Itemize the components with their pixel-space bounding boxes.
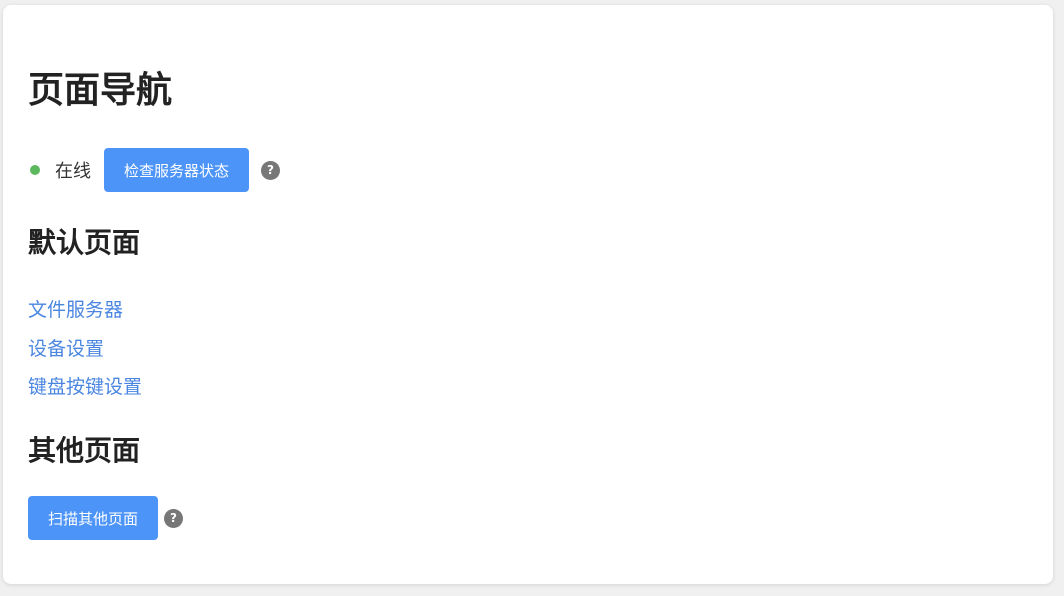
question-circle-icon[interactable]: ?: [164, 508, 184, 528]
list-item: 键盘按键设置: [28, 368, 142, 407]
scan-row: 扫描其他页面 ?: [28, 496, 184, 540]
status-text: 在线: [55, 161, 91, 182]
link-keyboard-key-settings[interactable]: 键盘按键设置: [28, 376, 142, 398]
page-title: 页面导航: [28, 70, 173, 111]
list-item: 文件服务器: [28, 291, 142, 330]
question-circle-icon[interactable]: ?: [261, 160, 281, 180]
scan-other-pages-button[interactable]: 扫描其他页面: [28, 496, 159, 540]
other-pages-heading: 其他页面: [28, 434, 141, 467]
status-dot-icon: [30, 165, 40, 175]
main-card: 页面导航 在线 检查服务器状态 ? 默认页面 文件服务器 设备设置 键盘按键设置…: [3, 5, 1053, 584]
list-item: 设备设置: [28, 330, 142, 369]
default-pages-heading: 默认页面: [28, 226, 141, 259]
server-status-row: 在线 检查服务器状态 ?: [28, 148, 281, 192]
check-server-status-button[interactable]: 检查服务器状态: [104, 148, 250, 192]
link-device-settings[interactable]: 设备设置: [28, 338, 104, 360]
default-pages-list: 文件服务器 设备设置 键盘按键设置: [28, 291, 142, 407]
link-file-server[interactable]: 文件服务器: [28, 299, 123, 321]
